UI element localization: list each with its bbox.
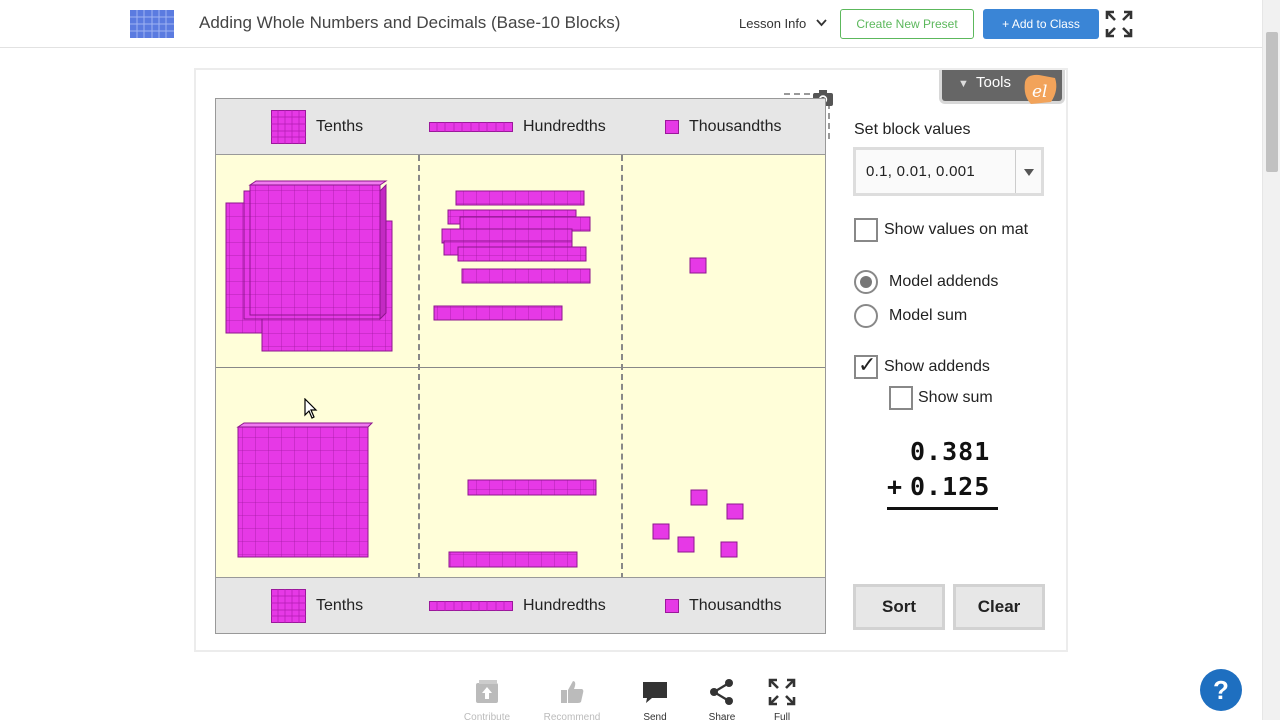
- hundredths-column-foot[interactable]: Hundredths: [429, 578, 606, 634]
- show-addends-label: Show addends: [884, 358, 990, 375]
- page-scrollbar[interactable]: [1262, 0, 1280, 720]
- model-addends-label: Model addends: [889, 273, 999, 290]
- hundredths-rod[interactable]: [461, 268, 591, 284]
- model-sum-label: Model sum: [889, 307, 968, 324]
- hundredths-label: Hundredths: [523, 597, 606, 614]
- tenths-flat[interactable]: [236, 422, 374, 558]
- thousandths-cube[interactable]: [720, 541, 738, 558]
- app-logo-icon[interactable]: [130, 10, 174, 38]
- show-values-on-mat-checkbox[interactable]: [854, 218, 878, 242]
- tools-label: Tools: [976, 74, 1012, 91]
- create-new-preset-button[interactable]: Create New Preset: [840, 9, 974, 39]
- lesson-info-label: Lesson Info: [739, 16, 807, 31]
- show-addends-checkbox[interactable]: ✓: [854, 353, 878, 379]
- sum-underline: [887, 507, 998, 510]
- triangle-down-icon: ▼: [958, 78, 969, 90]
- hundredths-rod[interactable]: [433, 305, 563, 321]
- chat-bubble-icon: [643, 682, 667, 703]
- model-sum-radio[interactable]: [854, 304, 878, 328]
- share-label: Share: [708, 712, 736, 723]
- expand-icon: [768, 678, 796, 706]
- thousandths-cube[interactable]: [652, 523, 670, 540]
- svg-text:el: el: [1032, 82, 1048, 102]
- hundredths-rod[interactable]: [467, 479, 597, 496]
- brand-badge-icon: el: [1024, 74, 1057, 104]
- addend-2: 0.125: [910, 472, 991, 501]
- plus-sign: +: [887, 472, 904, 501]
- show-sum-checkbox[interactable]: [889, 386, 913, 410]
- mat-header-bottom: Tenths Hundredths Thousandths: [216, 577, 825, 633]
- scrollbar-thumb[interactable]: [1266, 32, 1278, 172]
- block-values-selected: 0.1, 0.01, 0.001: [866, 163, 976, 180]
- set-block-values-label: Set block values: [854, 121, 971, 138]
- show-sum-label: Show sum: [918, 389, 993, 406]
- tenths-flat[interactable]: [248, 180, 388, 316]
- recommend-label: Recommend: [543, 712, 601, 723]
- thousandths-label: Thousandths: [689, 597, 782, 614]
- thumbs-up-icon: [561, 681, 584, 703]
- tenths-label: Tenths: [316, 597, 364, 614]
- show-values-on-mat-label: Show values on mat: [884, 221, 1029, 238]
- thousandths-cube[interactable]: [677, 536, 695, 553]
- mouse-cursor-icon: [304, 398, 318, 419]
- tenths-block-icon: [271, 589, 306, 623]
- fullscreen-icon[interactable]: [1105, 10, 1133, 38]
- contribute-button[interactable]: Contribute: [452, 678, 522, 723]
- full-button[interactable]: Full: [747, 678, 817, 723]
- thousandths-cube[interactable]: [726, 503, 744, 520]
- contribute-label: Contribute: [463, 712, 511, 723]
- hundredths-rod[interactable]: [448, 551, 578, 568]
- recommend-button[interactable]: Recommend: [537, 678, 607, 723]
- tenths-column-foot[interactable]: Tenths: [271, 578, 363, 634]
- top-header: Adding Whole Numbers and Decimals (Base-…: [0, 0, 1262, 48]
- help-question-icon[interactable]: ?: [1200, 669, 1242, 711]
- share-icon: [710, 679, 733, 705]
- lesson-info-dropdown[interactable]: Lesson Info: [739, 16, 827, 31]
- dropdown-arrow-icon[interactable]: [1015, 150, 1041, 193]
- addend-1: 0.381: [910, 437, 991, 466]
- contribute-icon: [476, 680, 498, 703]
- thousandths-cube-icon: [665, 599, 679, 613]
- model-addends-radio[interactable]: [854, 270, 878, 294]
- send-label: Send: [643, 712, 667, 723]
- block-values-select[interactable]: 0.1, 0.01, 0.001: [853, 147, 1044, 196]
- hundredths-rod[interactable]: [457, 246, 587, 262]
- thousandths-column-foot[interactable]: Thousandths: [665, 578, 782, 634]
- page-title: Adding Whole Numbers and Decimals (Base-…: [199, 13, 621, 32]
- hundredths-rod-icon: [429, 601, 513, 611]
- hundredths-rod[interactable]: [455, 190, 585, 206]
- thousandths-cube[interactable]: [689, 257, 707, 274]
- clear-button[interactable]: Clear: [953, 584, 1045, 630]
- place-value-mat[interactable]: Tenths Hundredths Thousandths Tenths Hun…: [215, 98, 826, 634]
- full-label: Full: [773, 712, 791, 723]
- blocks-layer[interactable]: [216, 99, 825, 579]
- chevron-down-icon: [816, 19, 827, 27]
- add-to-class-button[interactable]: + Add to Class: [983, 9, 1099, 39]
- checkmark-icon: ✓: [858, 353, 877, 378]
- send-button[interactable]: Send: [620, 678, 690, 723]
- thousandths-cube[interactable]: [690, 489, 708, 506]
- sort-button[interactable]: Sort: [853, 584, 945, 630]
